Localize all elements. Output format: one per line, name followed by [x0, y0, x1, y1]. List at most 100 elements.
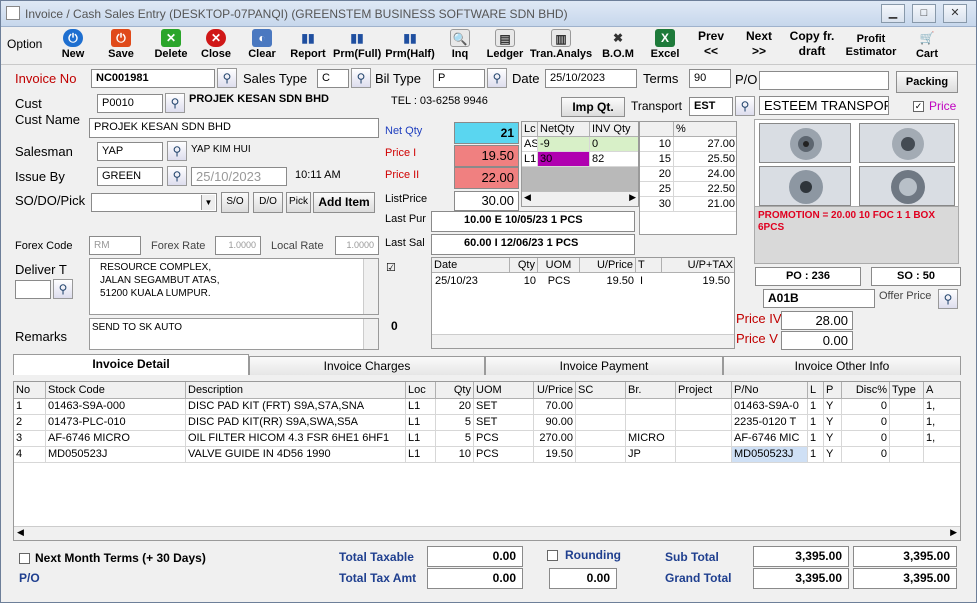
table-row-cell[interactable]: MD050523J [732, 447, 808, 463]
cart-button[interactable]: 🛒 Cart [909, 28, 945, 64]
offer-price-search-icon[interactable]: ⚲ [938, 289, 958, 309]
listprice-value[interactable]: 30.00 [454, 191, 519, 211]
table-row-cell[interactable] [676, 431, 732, 447]
detail-scrollbar[interactable]: ◀ ▶ [14, 526, 960, 540]
table-row-cell[interactable] [676, 399, 732, 415]
price5-value[interactable]: 0.00 [781, 331, 853, 350]
delete-button[interactable]: ✕ Delete [151, 28, 191, 64]
table-row-cell[interactable]: 1 [808, 447, 824, 463]
detail-header[interactable]: P [824, 382, 842, 399]
prev-button[interactable]: Prev << [689, 29, 733, 63]
address-scrollbar[interactable] [363, 259, 378, 314]
table-row-cell[interactable]: 1 [808, 399, 824, 415]
close-button[interactable]: ✕ Close [199, 28, 233, 64]
qty-break-grid[interactable]: % 10 27.00 15 25.50 20 24.00 25 22.50 30 21.00 [639, 121, 737, 235]
table-row-cell[interactable]: 0 [842, 447, 890, 463]
next-button[interactable]: Next >> [737, 29, 781, 63]
table-row-cell[interactable]: 01463-S9A-0 [732, 399, 808, 415]
location-stock-grid[interactable]: Lc NetQty INV Qty AS -9 0 L1 30 82 ◀ ▶ [521, 121, 639, 207]
salesman-input[interactable]: YAP [97, 142, 163, 161]
table-row-cell[interactable]: 4 [14, 447, 46, 463]
detail-header[interactable]: L [808, 382, 824, 399]
do-button[interactable]: D/O [253, 192, 283, 213]
sales-type-search-icon[interactable]: ⚲ [351, 68, 371, 88]
table-row-cell[interactable]: DISC PAD KIT (FRT) S9A,S7A,SNA [186, 399, 406, 415]
forex-rate-input[interactable]: 1.0000 [215, 236, 261, 255]
rounding-checkbox[interactable] [547, 550, 558, 561]
transport-input[interactable]: EST [689, 97, 733, 116]
issue-by-input[interactable]: GREEN [97, 167, 163, 186]
table-row-cell[interactable] [890, 399, 924, 415]
maximize-button[interactable]: □ [912, 4, 936, 23]
detail-header[interactable]: U/Price [534, 382, 576, 399]
table-row-cell[interactable]: Y [824, 415, 842, 431]
table-row-cell[interactable]: 10 [436, 447, 474, 463]
table-row-cell[interactable]: OIL FILTER HICOM 4.3 FSR 6HE1 6HF1 [186, 431, 406, 447]
table-row-cell[interactable]: 01463-S9A-000 [46, 399, 186, 415]
table-row-cell[interactable]: MD050523J [46, 447, 186, 463]
bom-button[interactable]: ✖ B.O.M [599, 28, 637, 64]
forex-code-input[interactable]: RM [89, 236, 141, 255]
loc-grid-scrollbar[interactable]: ◀ ▶ [522, 191, 638, 206]
table-row-cell[interactable]: 2235-0120 T [732, 415, 808, 431]
so-do-pick-select[interactable] [91, 193, 217, 212]
print-full-button[interactable]: ▮▮ Prm(Full) [333, 28, 381, 64]
table-row-cell[interactable]: 5 [436, 415, 474, 431]
table-row-cell[interactable]: Y [824, 399, 842, 415]
detail-header[interactable]: A [924, 382, 960, 399]
table-row-cell[interactable]: 3 [14, 431, 46, 447]
table-row-cell[interactable] [626, 415, 676, 431]
price1-value[interactable]: 19.50 [454, 145, 519, 167]
table-row-cell[interactable] [890, 431, 924, 447]
table-row-cell[interactable]: 19.50 [534, 447, 576, 463]
salesman-search-icon[interactable]: ⚲ [167, 141, 187, 161]
table-row-cell[interactable]: L1 [406, 415, 436, 431]
detail-header[interactable]: Loc [406, 382, 436, 399]
table-row-cell[interactable] [890, 415, 924, 431]
invoice-search-icon[interactable]: ⚲ [217, 68, 237, 88]
invoice-detail-grid[interactable]: No Stock Code Description Loc Qty UOM U/Price S… [13, 381, 961, 541]
copy-from-draft-button[interactable]: Copy fr. draft [783, 29, 841, 63]
issue-by-search-icon[interactable]: ⚲ [167, 166, 187, 186]
detail-header[interactable]: No [14, 382, 46, 399]
table-row-cell[interactable]: 270.00 [534, 431, 576, 447]
bil-type-search-icon[interactable]: ⚲ [487, 68, 507, 88]
option-menu[interactable]: Option [7, 37, 42, 71]
invoice-no-input[interactable]: NC001981 [91, 69, 215, 88]
product-image[interactable] [759, 166, 851, 206]
sales-type-input[interactable]: C [317, 69, 349, 88]
date-input[interactable]: 25/10/2023 [545, 69, 637, 88]
profit-estimator-button[interactable]: Profit Estimator [843, 33, 899, 67]
table-row-cell[interactable]: 1, [924, 399, 960, 415]
table-row-cell[interactable] [676, 447, 732, 463]
cust-search-icon[interactable]: ⚲ [165, 93, 185, 113]
packing-button[interactable]: Packing [896, 71, 958, 93]
tab-invoice-charges[interactable]: Invoice Charges [249, 356, 485, 375]
cust-name-input[interactable]: PROJEK KESAN SDN BHD [89, 118, 379, 138]
table-row-cell[interactable] [890, 447, 924, 463]
price2-value[interactable]: 22.00 [454, 167, 519, 189]
detail-header[interactable]: Description [186, 382, 406, 399]
table-row-cell[interactable]: 1, [924, 431, 960, 447]
table-row-cell[interactable]: PCS [474, 431, 534, 447]
chevron-down-icon[interactable]: ▼ [201, 195, 215, 210]
product-image[interactable] [859, 166, 955, 206]
table-row-cell[interactable]: L1 [406, 447, 436, 463]
tab-invoice-detail[interactable]: Invoice Detail [13, 354, 249, 375]
so-button[interactable]: S/O [221, 192, 249, 213]
table-row-cell[interactable] [626, 399, 676, 415]
table-row-cell[interactable]: SET [474, 399, 534, 415]
table-row-cell[interactable]: 1 [14, 399, 46, 415]
table-row-cell[interactable]: Y [824, 447, 842, 463]
table-row-cell[interactable]: 70.00 [534, 399, 576, 415]
print-half-button[interactable]: ▮▮ Prm(Half) [385, 28, 435, 64]
table-row-cell[interactable]: L1 [406, 431, 436, 447]
table-row-cell[interactable]: 1 [808, 431, 824, 447]
table-row-cell[interactable]: 1 [808, 415, 824, 431]
remarks-box[interactable]: SEND TO SK AUTO [89, 318, 379, 350]
table-row-cell[interactable]: 2 [14, 415, 46, 431]
table-row-cell[interactable]: Y [824, 431, 842, 447]
table-row-cell[interactable]: AF-6746 MIC [732, 431, 808, 447]
table-row-cell[interactable] [576, 415, 626, 431]
history-scrollbar[interactable] [432, 334, 734, 348]
